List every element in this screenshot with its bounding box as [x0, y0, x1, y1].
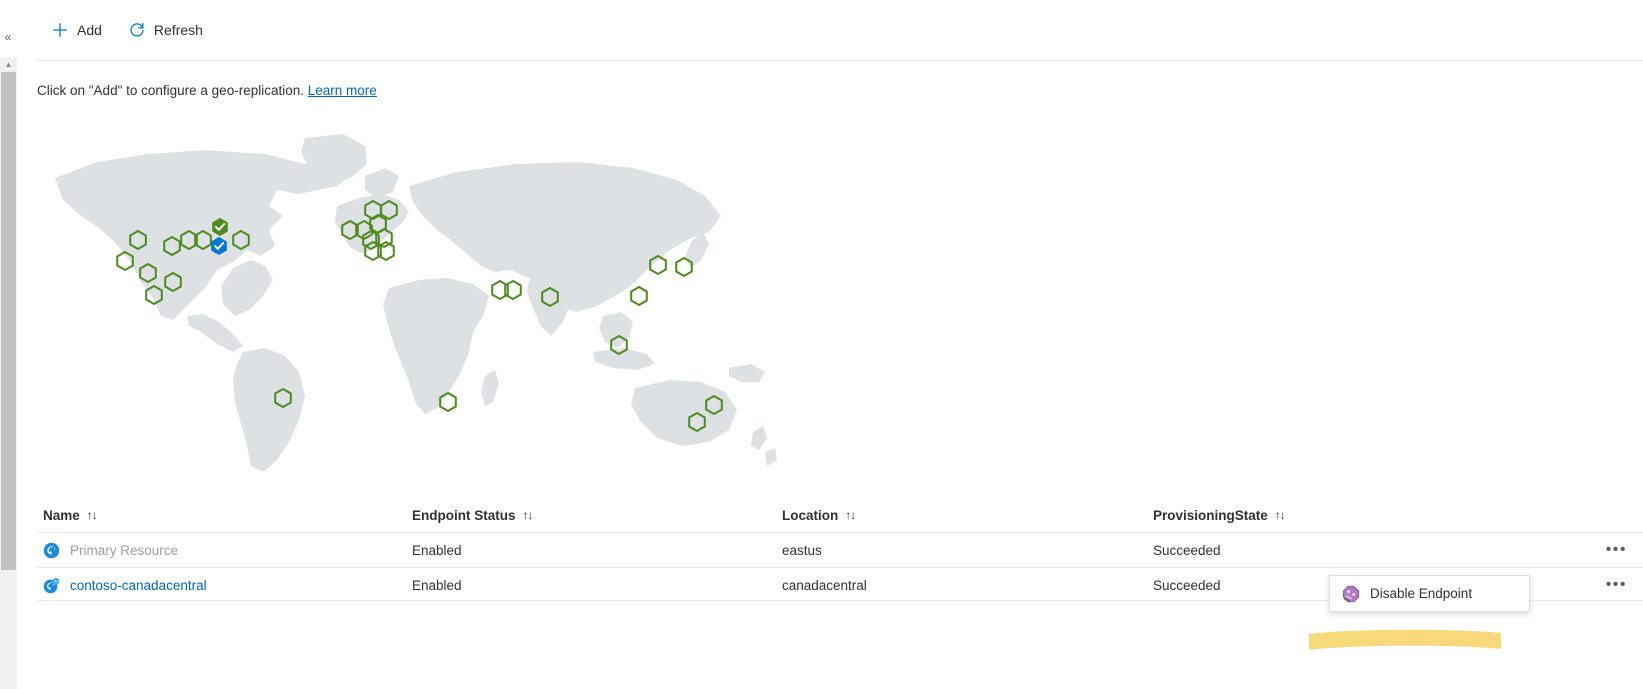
- context-menu-item-label: Disable Endpoint: [1370, 586, 1473, 601]
- cell-name: Primary Resource: [37, 542, 412, 559]
- geo-replication-map[interactable]: [37, 120, 807, 490]
- refresh-icon: [130, 22, 144, 37]
- replica-resource-icon: [43, 577, 60, 593]
- cell-provisioning-state: Succeeded: [1153, 542, 1221, 558]
- row-name-link[interactable]: contoso-canadacentral: [70, 578, 207, 593]
- info-message-text: Click on "Add" to configure a geo-replic…: [37, 83, 304, 98]
- sort-icon: ↑↓: [522, 508, 534, 522]
- info-message: Click on "Add" to configure a geo-replic…: [37, 83, 377, 98]
- map-marker-japaneast[interactable]: [675, 256, 693, 278]
- row-name-label: Primary Resource: [70, 542, 179, 558]
- column-header-provisioning-state-label: ProvisioningState: [1153, 507, 1268, 523]
- cell-name: contoso-canadacentral: [37, 577, 412, 594]
- highlighter-annotation: [1309, 629, 1501, 650]
- column-header-endpoint-status-label: Endpoint Status: [412, 507, 516, 523]
- sort-icon: ↑↓: [1274, 508, 1286, 522]
- table-row[interactable]: Primary Resource Enabled eastus Succeede…: [37, 532, 1643, 567]
- disable-endpoint-icon: [1342, 585, 1360, 602]
- left-rail: « ▲: [0, 0, 17, 689]
- map-marker-southafricanorth[interactable]: [439, 391, 457, 413]
- cell-endpoint-status: Enabled: [412, 542, 462, 558]
- plus-icon: [53, 23, 67, 37]
- add-button-label: Add: [77, 22, 102, 38]
- row-more-actions-button[interactable]: •••: [1606, 577, 1627, 593]
- scroll-up-arrow-icon[interactable]: ▲: [0, 58, 17, 72]
- primary-resource-icon: [43, 542, 60, 558]
- command-toolbar: Add Refresh: [17, 0, 1643, 60]
- sort-icon: ↑↓: [845, 508, 856, 522]
- column-header-name[interactable]: Name ↑↓: [37, 508, 412, 523]
- toolbar-divider: [37, 60, 1643, 61]
- refresh-button[interactable]: Refresh: [118, 14, 213, 46]
- row-context-menu[interactable]: Disable Endpoint: [1329, 575, 1530, 612]
- cell-location: canadacentral: [782, 577, 867, 593]
- column-header-name-label: Name: [43, 507, 80, 523]
- world-map-svg: [55, 134, 777, 472]
- column-header-location[interactable]: Location ↑↓: [782, 508, 1153, 523]
- sort-icon: ↑↓: [86, 508, 98, 522]
- column-header-location-label: Location: [782, 507, 839, 523]
- column-header-provisioning-state[interactable]: ProvisioningState ↑↓: [1153, 508, 1533, 523]
- map-marker-eastasia[interactable]: [630, 285, 648, 307]
- scrollbar-thumb[interactable]: [1, 72, 16, 570]
- row-more-actions-button[interactable]: •••: [1606, 542, 1627, 558]
- cell-endpoint-status: Enabled: [412, 577, 462, 593]
- map-landmasses: [55, 134, 777, 472]
- vertical-scrollbar[interactable]: ▲: [0, 58, 17, 689]
- learn-more-link[interactable]: Learn more: [308, 83, 377, 98]
- refresh-button-label: Refresh: [153, 22, 203, 38]
- table-header-row: Name ↑↓ Endpoint Status ↑↓ Location ↑↓ P…: [37, 498, 1643, 532]
- collapse-panel-icon[interactable]: «: [1, 28, 15, 46]
- cell-location: eastus: [782, 542, 822, 558]
- column-header-endpoint-status[interactable]: Endpoint Status ↑↓: [412, 508, 782, 523]
- add-button[interactable]: Add: [41, 14, 112, 46]
